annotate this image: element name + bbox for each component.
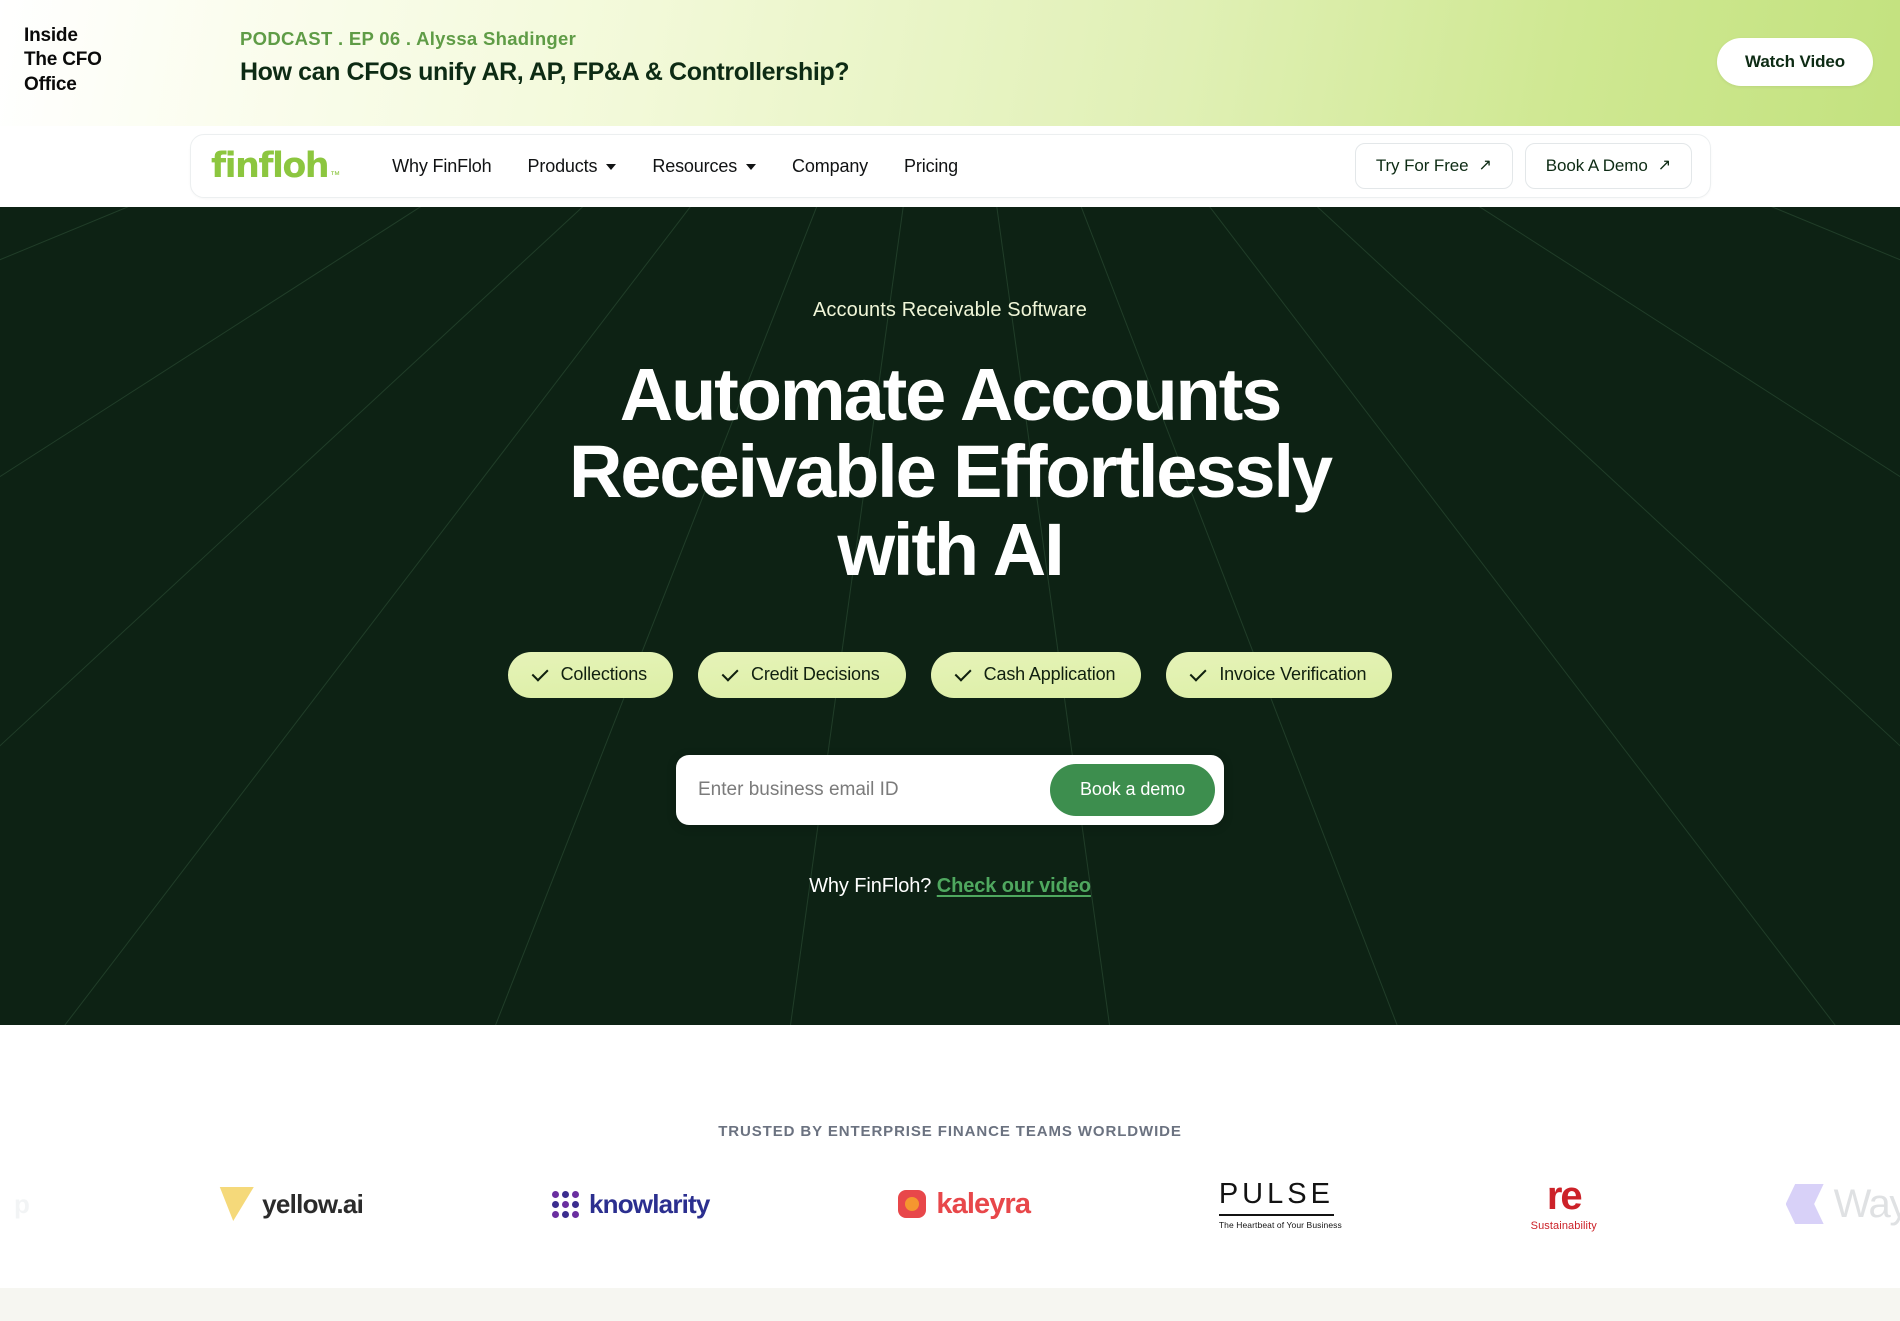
- re-wordmark: re: [1546, 1174, 1583, 1218]
- yellow-ai-mark-icon: [216, 1187, 254, 1221]
- nav-item-pricing[interactable]: Pricing: [886, 148, 976, 185]
- finfloh-wordmark: finfloh: [211, 145, 330, 186]
- podcast-text-block: PODCAST . EP 06 . Alyssa Shadinger How c…: [240, 28, 850, 87]
- book-a-demo-button[interactable]: Book A Demo ↗: [1524, 143, 1692, 189]
- trusted-by-label: TRUSTED BY ENTERPRISE FINANCE TEAMS WORL…: [718, 1123, 1182, 1140]
- pulse-logo-box: PULSE The Heartbeat of Your Business: [1218, 1178, 1342, 1230]
- yellow-ai-wordmark: yellow.ai: [262, 1188, 364, 1219]
- nav-item-label: Company: [792, 155, 869, 176]
- demo-signup-form: Book a demo: [676, 754, 1224, 825]
- check-icon: [954, 665, 972, 683]
- trusted-by-section: TRUSTED BY ENTERPRISE FINANCE TEAMS WORL…: [0, 1025, 1900, 1288]
- hero-headline: Automate Accounts Receivable Effortlessl…: [470, 356, 1430, 588]
- hero-headline-line-3: with AI: [837, 507, 1064, 591]
- nav-links: Why FinFloh Products Resources Company P…: [374, 148, 976, 185]
- feature-pill-label: Cash Application: [983, 664, 1116, 685]
- hero-eyebrow: Accounts Receivable Software: [812, 299, 1088, 321]
- way-hexagon-icon: [1785, 1184, 1824, 1224]
- watch-video-button[interactable]: Watch Video: [1717, 38, 1873, 86]
- podcast-logo-line-1: Inside: [24, 25, 78, 46]
- re-logo-box: re Sustainability: [1531, 1176, 1597, 1232]
- nav-item-resources[interactable]: Resources: [634, 148, 774, 185]
- podcast-logo-line-2: The CFO: [24, 49, 102, 71]
- nav-item-label: Why FinFloh: [392, 155, 492, 176]
- re-tagline: Sustainability: [1530, 1220, 1597, 1232]
- logo-re-sustainability: re Sustainability: [1531, 1176, 1597, 1232]
- trademark-icon: ™: [330, 169, 341, 181]
- customer-logo-strip: p yellow.ai knowlarity kaleyra PULSE The…: [0, 1159, 1900, 1249]
- try-for-free-label: Try For Free: [1375, 156, 1469, 175]
- business-email-input[interactable]: [676, 754, 1051, 825]
- pulse-tagline: The Heartbeat of Your Business: [1218, 1220, 1342, 1230]
- way-wordmark: Way: [1833, 1181, 1900, 1226]
- hero-headline-line-1: Automate Accounts: [619, 353, 1283, 436]
- nav-item-products[interactable]: Products: [510, 148, 635, 185]
- feature-pill-group: Collections Credit Decisions Cash Applic…: [507, 651, 1393, 698]
- podcast-logo-line-3: Office: [24, 73, 77, 95]
- arrow-up-right-icon: ↗: [1657, 157, 1671, 174]
- nav-item-why-finfloh[interactable]: Why FinFloh: [374, 148, 509, 185]
- logo-yellow-ai: yellow.ai: [216, 1187, 364, 1221]
- check-icon: [721, 665, 739, 683]
- feature-pill-label: Collections: [560, 664, 648, 685]
- page-bottom-band: [0, 1288, 1900, 1321]
- hero-section: Accounts Receivable Software Automate Ac…: [0, 207, 1900, 1025]
- logo-partial-text: p: [14, 1188, 30, 1219]
- knowlarity-wordmark: knowlarity: [588, 1188, 710, 1219]
- feature-pill-invoice-verification[interactable]: Invoice Verification: [1166, 651, 1393, 698]
- inside-the-cfo-office-logo: Inside The CFO Office: [24, 24, 102, 97]
- feature-pill-cash-application[interactable]: Cash Application: [930, 651, 1142, 698]
- logo-knowlarity: knowlarity: [551, 1188, 710, 1220]
- feature-pill-label: Credit Decisions: [750, 664, 880, 685]
- nav-actions: Try For Free ↗ Book A Demo ↗: [1354, 143, 1692, 189]
- logo-way: Way: [1785, 1181, 1900, 1227]
- nav-item-label: Resources: [652, 155, 738, 176]
- nav-item-label: Products: [527, 155, 598, 176]
- knowlarity-dots-icon: [551, 1190, 579, 1218]
- check-icon: [531, 665, 549, 683]
- arrow-up-right-icon: ↗: [1478, 157, 1492, 174]
- why-finfloh-video-line: Why FinFloh? Check our video: [809, 875, 1091, 898]
- logo-kaleyra: kaleyra: [898, 1187, 1031, 1221]
- feature-pill-collections[interactable]: Collections: [507, 651, 673, 698]
- podcast-banner: Inside The CFO Office PODCAST . EP 06 . …: [0, 0, 1900, 126]
- book-a-demo-submit-button[interactable]: Book a demo: [1050, 763, 1215, 816]
- finfloh-logo[interactable]: finfloh ™: [211, 145, 341, 186]
- feature-pill-credit-decisions[interactable]: Credit Decisions: [697, 651, 906, 698]
- try-for-free-button[interactable]: Try For Free ↗: [1354, 143, 1513, 189]
- nav-item-label: Pricing: [904, 155, 959, 176]
- podcast-episode-meta: PODCAST . EP 06 . Alyssa Shadinger: [240, 28, 577, 49]
- navigation-bar-wrapper: finfloh ™ Why FinFloh Products Resources…: [0, 126, 1900, 207]
- main-navigation: finfloh ™ Why FinFloh Products Resources…: [190, 134, 1711, 198]
- hero-headline-line-2: Receivable Effortlessly: [569, 430, 1333, 514]
- check-icon: [1189, 665, 1207, 683]
- hero-content: Accounts Receivable Software Automate Ac…: [0, 207, 1900, 1025]
- logo-partial-left: p: [14, 1188, 30, 1220]
- chevron-down-icon: [606, 164, 617, 170]
- logo-pulse: PULSE The Heartbeat of Your Business: [1218, 1178, 1342, 1230]
- nav-item-company[interactable]: Company: [774, 148, 886, 185]
- kaleyra-flower-icon: [898, 1190, 927, 1218]
- book-a-demo-label: Book A Demo: [1545, 156, 1648, 175]
- podcast-episode-title: How can CFOs unify AR, AP, FP&A & Contro…: [240, 58, 850, 86]
- why-finfloh-prefix: Why FinFloh?: [809, 874, 932, 897]
- pulse-wordmark: PULSE: [1218, 1178, 1334, 1216]
- check-our-video-link[interactable]: Check our video: [937, 875, 1091, 897]
- kaleyra-wordmark: kaleyra: [936, 1187, 1031, 1220]
- chevron-down-icon: [746, 164, 757, 170]
- feature-pill-label: Invoice Verification: [1219, 664, 1367, 685]
